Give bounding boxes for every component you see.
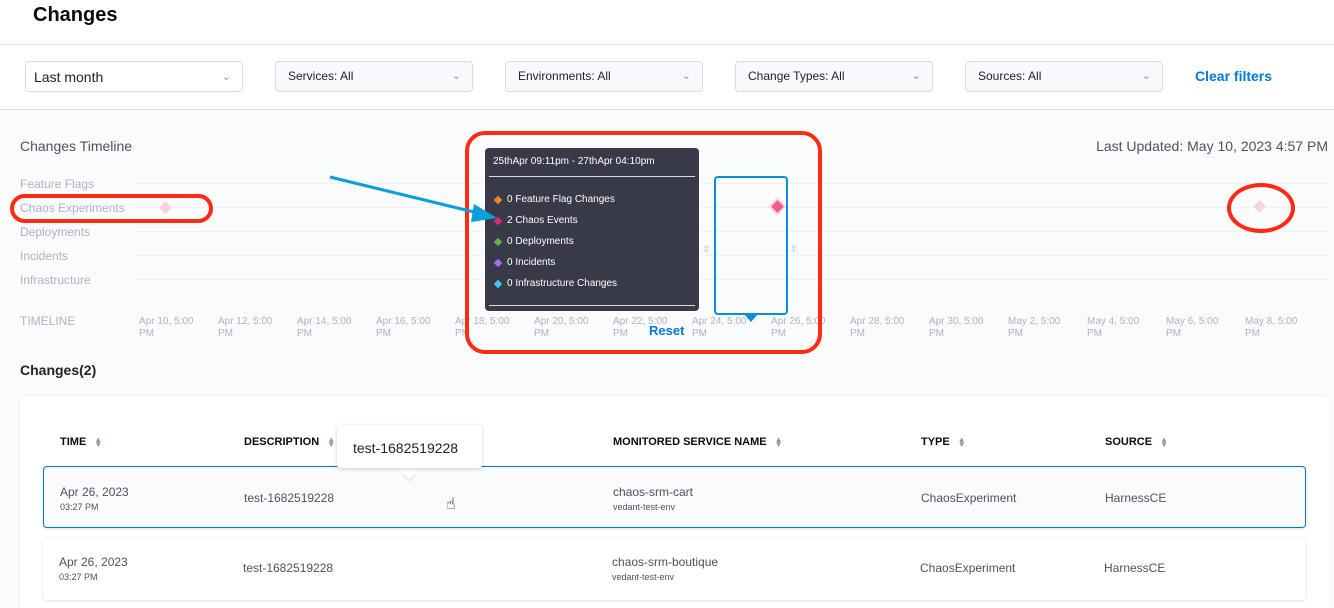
services-dropdown[interactable]: Services: All ⌄	[275, 61, 473, 92]
cell-time: Apr 26, 2023 03:27 PM	[60, 485, 129, 512]
tick-line-1: May 6, 5:00	[1166, 316, 1246, 328]
cell-service: chaos-srm-boutique vedant-test-env	[612, 555, 718, 582]
cell-description: test-1682519228	[244, 491, 334, 505]
chevron-down-icon: ⌄	[452, 62, 461, 91]
filter-bar: Last month ⌄ Services: All ⌄ Environment…	[0, 45, 1334, 110]
page-header: Changes	[0, 0, 1334, 45]
tick-line-1: Apr 12, 5:00	[218, 316, 298, 328]
chevron-down-icon: ⌄	[912, 62, 921, 91]
sources-value: Sources: All	[978, 69, 1041, 83]
timeline-tick-label: Apr 28, 5:00PM	[850, 316, 930, 340]
time-range-value: Last month	[34, 69, 103, 85]
timeline-tick-label: May 4, 5:00PM	[1087, 316, 1167, 340]
column-header-monitored-service[interactable]: MONITORED SERVICE NAME ▲▼	[613, 436, 783, 448]
annotation-circle	[1227, 183, 1295, 233]
cell-time: Apr 26, 2023 03:27 PM	[59, 555, 128, 582]
tick-line-1: May 4, 5:00	[1087, 316, 1167, 328]
service-name: chaos-srm-cart	[613, 485, 693, 499]
sort-icon[interactable]: ▲▼	[958, 437, 966, 447]
change-types-dropdown[interactable]: Change Types: All ⌄	[735, 61, 933, 92]
clear-filters-link[interactable]: Clear filters	[1195, 68, 1272, 84]
tick-line-2: PM	[1245, 328, 1325, 340]
row-label-infrastructure: Infrastructure	[20, 273, 91, 287]
tick-line-1: Apr 16, 5:00	[376, 316, 456, 328]
column-header-description[interactable]: DESCRIPTION ▲▼	[244, 436, 335, 448]
tick-line-2: PM	[1008, 328, 1088, 340]
column-label: MONITORED SERVICE NAME	[613, 436, 767, 448]
date: Apr 26, 2023	[59, 555, 128, 569]
time: 03:27 PM	[60, 502, 129, 512]
sort-icon[interactable]: ▲▼	[94, 437, 102, 447]
column-header-time[interactable]: TIME ▲▼	[60, 436, 102, 448]
cell-source: HarnessCE	[1105, 491, 1166, 505]
timeline-axis-caption: TIMELINE	[20, 314, 75, 328]
cell-type: ChaosExperiment	[920, 561, 1015, 575]
cell-type: ChaosExperiment	[921, 491, 1016, 505]
column-label: DESCRIPTION	[244, 436, 319, 448]
row-label-deployments: Deployments	[20, 225, 90, 239]
timeline-tick-label: Apr 12, 5:00PM	[218, 316, 298, 340]
timeline-tick-label: Apr 10, 5:00PM	[139, 316, 219, 340]
tick-line-2: PM	[850, 328, 930, 340]
tick-line-2: PM	[1087, 328, 1167, 340]
date: Apr 26, 2023	[60, 485, 129, 499]
timeline-tick-label: May 2, 5:00PM	[1008, 316, 1088, 340]
tick-line-1: Apr 14, 5:00	[297, 316, 377, 328]
table-row[interactable]: Apr 26, 2023 03:27 PM test-1682519228 cha…	[43, 538, 1306, 600]
chevron-down-icon: ⌄	[222, 62, 231, 93]
sort-icon[interactable]: ▲▼	[775, 437, 783, 447]
change-types-value: Change Types: All	[748, 69, 845, 83]
column-label: TYPE	[921, 436, 950, 448]
cell-description: test-1682519228	[243, 561, 333, 575]
timeline-tick-label: Apr 14, 5:00PM	[297, 316, 377, 340]
tick-line-1: Apr 30, 5:00	[929, 316, 1009, 328]
annotation-circle	[10, 194, 213, 223]
environment-name: vedant-test-env	[613, 502, 693, 512]
time-range-dropdown[interactable]: Last month ⌄	[25, 61, 243, 92]
changes-count: Changes(2)	[20, 362, 96, 378]
sort-icon[interactable]: ▲▼	[327, 437, 335, 447]
changes-page: Changes Last month ⌄ Services: All ⌄ Env…	[0, 0, 1334, 608]
time: 03:27 PM	[59, 572, 128, 582]
tick-line-2: PM	[139, 328, 219, 340]
row-label-incidents: Incidents	[20, 249, 68, 263]
description-tooltip: test-1682519228	[337, 425, 482, 468]
last-updated: Last Updated: May 10, 2023 4:57 PM	[1096, 138, 1328, 154]
hand-cursor-icon: ☝	[446, 494, 456, 514]
chevron-down-icon: ⌄	[682, 62, 691, 91]
column-label: SOURCE	[1105, 436, 1152, 448]
tick-line-1: May 8, 5:00	[1245, 316, 1325, 328]
environments-value: Environments: All	[518, 69, 611, 83]
tick-line-2: PM	[929, 328, 1009, 340]
tick-line-2: PM	[218, 328, 298, 340]
annotation-box	[465, 131, 822, 354]
timeline-tick-label: Apr 30, 5:00PM	[929, 316, 1009, 340]
sources-dropdown[interactable]: Sources: All ⌄	[965, 61, 1163, 92]
tick-line-2: PM	[297, 328, 377, 340]
environments-dropdown[interactable]: Environments: All ⌄	[505, 61, 703, 92]
tick-line-1: May 2, 5:00	[1008, 316, 1088, 328]
table-row[interactable]: Apr 26, 2023 03:27 PM test-1682519228 cha…	[43, 466, 1306, 528]
environment-name: vedant-test-env	[612, 572, 718, 582]
page-title: Changes	[33, 4, 117, 27]
services-value: Services: All	[288, 69, 353, 83]
column-header-type[interactable]: TYPE ▲▼	[921, 436, 966, 448]
timeline-tick-label: May 6, 5:00PM	[1166, 316, 1246, 340]
timeline-tick-label: Apr 16, 5:00PM	[376, 316, 456, 340]
cell-source: HarnessCE	[1104, 561, 1165, 575]
tick-line-2: PM	[376, 328, 456, 340]
tick-line-2: PM	[1166, 328, 1246, 340]
column-label: TIME	[60, 436, 86, 448]
cell-service: chaos-srm-cart vedant-test-env	[613, 485, 693, 512]
service-name: chaos-srm-boutique	[612, 555, 718, 569]
timeline-title: Changes Timeline	[20, 138, 132, 154]
tick-line-1: Apr 10, 5:00	[139, 316, 219, 328]
chevron-down-icon: ⌄	[1142, 62, 1151, 91]
row-label-feature-flags: Feature Flags	[20, 177, 94, 191]
timeline-tick-label: May 8, 5:00PM	[1245, 316, 1325, 340]
column-header-source[interactable]: SOURCE ▲▼	[1105, 436, 1168, 448]
tick-line-1: Apr 28, 5:00	[850, 316, 930, 328]
sort-icon[interactable]: ▲▼	[1160, 437, 1168, 447]
